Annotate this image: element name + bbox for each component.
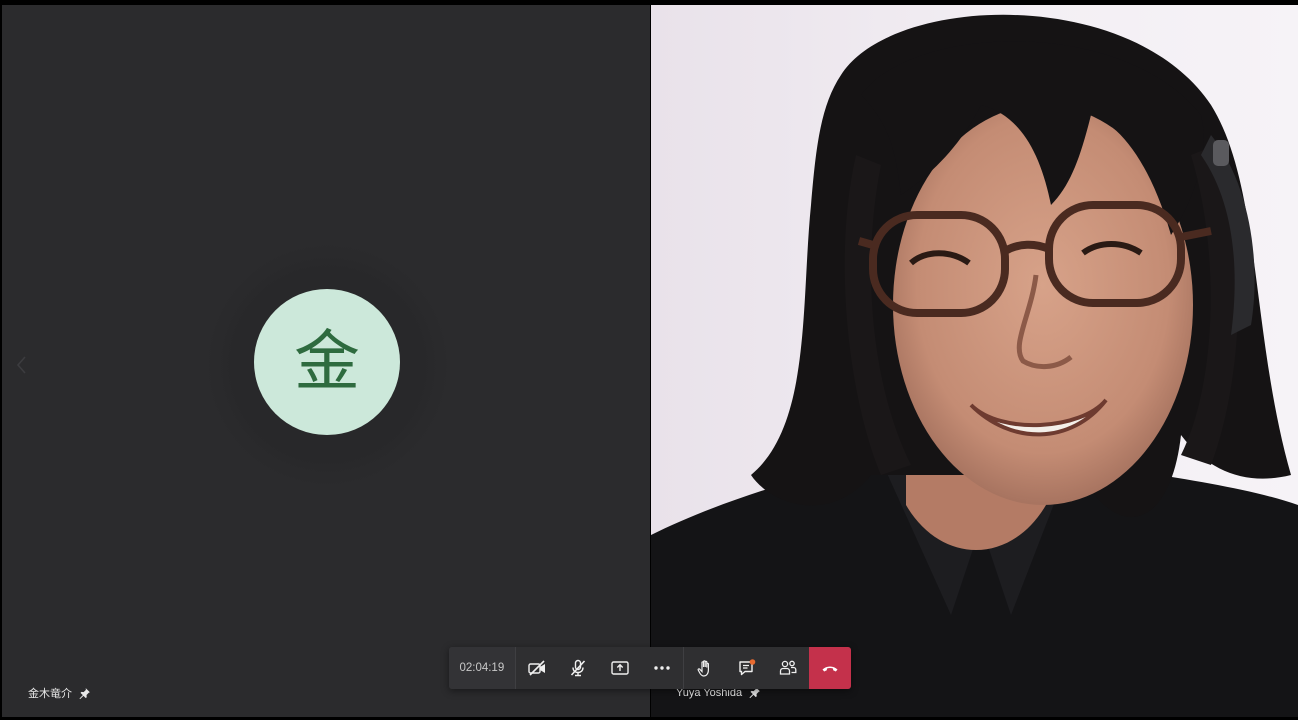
video-off-icon (527, 660, 545, 676)
share-screen-button[interactable] (599, 647, 642, 689)
hang-up-button[interactable] (809, 647, 851, 689)
participant-tile-left[interactable]: 金 金木竜介 (2, 5, 650, 717)
raise-hand-button[interactable] (682, 647, 726, 689)
participant-video-tile[interactable]: Yuya Yoshida (651, 5, 1298, 717)
more-actions-button[interactable] (641, 647, 683, 689)
more-horizontal-icon (654, 666, 670, 670)
meeting-stage: 金 金木竜介 Yuya Yoshida 02:04:19 (0, 0, 1298, 720)
microphone-off-icon (571, 659, 586, 677)
people-icon (780, 660, 797, 675)
participants-button[interactable] (767, 647, 810, 689)
camera-off-button[interactable] (515, 647, 558, 689)
participant-name-label: 金木竜介 (28, 685, 91, 701)
participant-name: 金木竜介 (28, 688, 72, 700)
hand-icon (697, 660, 709, 677)
chat-button[interactable] (725, 647, 768, 689)
pin-icon[interactable] (78, 687, 91, 700)
notification-dot (749, 659, 755, 665)
avatar: 金 (254, 289, 400, 435)
share-screen-icon (611, 661, 629, 675)
participant-video-feed (651, 5, 1298, 717)
phone-hangup-icon (822, 666, 838, 672)
chat-icon (738, 659, 755, 676)
call-timer: 02:04:19 (449, 647, 516, 689)
chevron-left-icon[interactable] (12, 353, 30, 377)
mute-button[interactable] (557, 647, 600, 689)
call-control-bar: 02:04:19 (449, 647, 851, 689)
